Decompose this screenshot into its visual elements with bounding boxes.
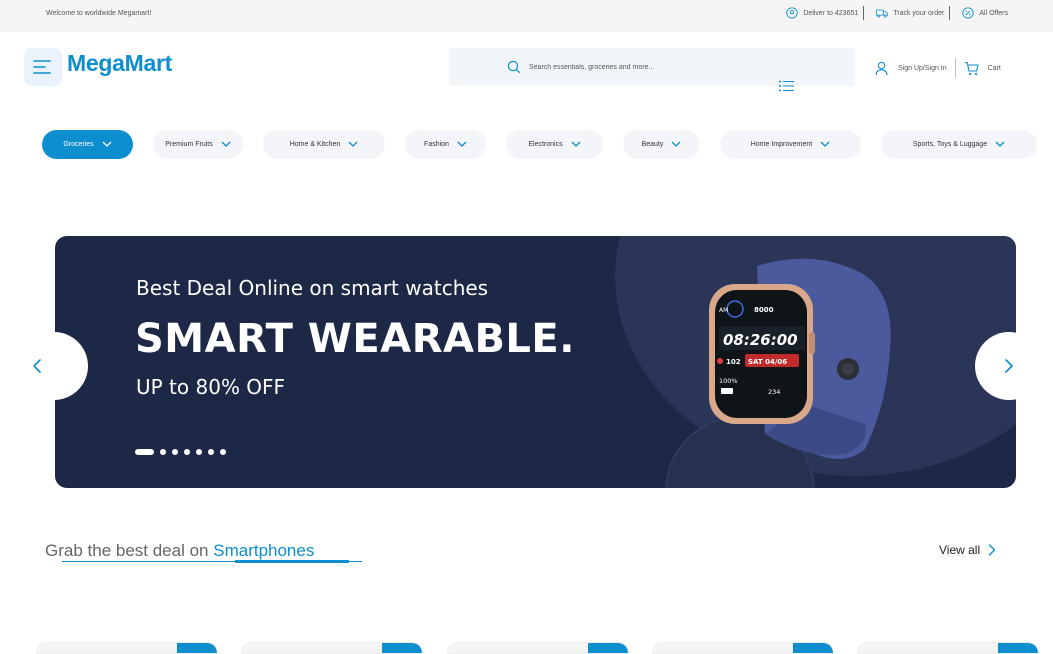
watch-date: SAT 04/06 — [748, 358, 787, 366]
category-electronics[interactable]: Electronics — [506, 130, 603, 159]
all-offers-text: All Offers — [979, 9, 1008, 17]
banner-kicker: Best Deal Online on smart watches — [136, 276, 489, 300]
welcome-text: Welcome to worldwide Megamart! — [46, 10, 152, 17]
watch-battery: 100% — [719, 377, 738, 385]
category-fashion[interactable]: Fashion — [405, 130, 486, 159]
chevron-down-icon — [820, 141, 830, 147]
all-offers-link[interactable]: All Offers — [950, 6, 1013, 20]
chevron-down-icon — [348, 141, 358, 147]
category-home-improvement[interactable]: Home Improvement — [720, 130, 861, 159]
menu-button[interactable] — [24, 48, 62, 86]
category-home-kitchen[interactable]: Home & Kitchen — [263, 130, 385, 159]
signin-text: Sign Up/Sign In — [898, 64, 947, 72]
section-title-prefix: Grab the best deal on — [45, 541, 214, 560]
category-label: Home Improvement — [750, 141, 813, 148]
discount-tag — [998, 643, 1038, 653]
chevron-right-icon — [988, 544, 996, 556]
product-card[interactable] — [241, 642, 423, 654]
discount-tag — [588, 643, 628, 653]
section-underline — [62, 560, 362, 563]
category-label: Groceries — [63, 141, 94, 148]
carousel-dot[interactable] — [160, 449, 166, 455]
chevron-right-icon — [1005, 359, 1013, 373]
signin-link[interactable]: Sign Up/Sign In — [866, 58, 956, 78]
carousel-dot[interactable] — [184, 449, 190, 455]
category-label: Fashion — [424, 141, 449, 148]
category-nav: Groceries Premium Fruits Home & Kitchen … — [0, 130, 1053, 160]
cart-link[interactable]: Cart — [956, 58, 1009, 78]
chevron-down-icon — [671, 141, 681, 147]
top-bar: Welcome to worldwide Megamart! Deliver t… — [0, 0, 1053, 32]
watch-calories: 234 — [768, 388, 780, 396]
carousel-dot[interactable] — [196, 449, 202, 455]
carousel-dot[interactable] — [208, 449, 214, 455]
category-label: Electronics — [528, 141, 563, 148]
section-title-highlight: Smartphones — [213, 541, 315, 560]
category-sports-toys-luggage[interactable]: Sports, Toys & Luggage — [881, 130, 1037, 159]
chevron-left-icon — [33, 359, 41, 373]
category-label: Home & Kitchen — [289, 141, 341, 148]
track-order-link[interactable]: Track your order — [864, 6, 951, 20]
carousel-dot[interactable] — [220, 449, 226, 455]
discount-tag — [177, 643, 217, 653]
category-label: Sports, Toys & Luggage — [912, 141, 988, 148]
chevron-down-icon — [995, 141, 1005, 147]
cart-text: Cart — [987, 64, 1001, 72]
watch-time: 08:26:00 — [723, 331, 798, 349]
section-underline-accent — [235, 560, 349, 563]
deliver-link[interactable]: Deliver to 423651 — [774, 6, 865, 20]
top-links: Deliver to 423651 Track your order All O… — [774, 6, 1013, 20]
location-pin-icon — [786, 7, 799, 19]
hero-banner[interactable]: Best Deal Online on smart watches SMART … — [55, 236, 1016, 488]
product-card[interactable] — [857, 642, 1039, 654]
track-order-text: Track your order — [893, 9, 945, 17]
category-label: Premium Fruits — [165, 141, 213, 148]
truck-icon — [876, 9, 889, 18]
category-label: Beauty — [641, 141, 664, 148]
watch-steps: 8000 — [754, 306, 774, 314]
carousel-dot[interactable] — [135, 449, 154, 455]
svg-text:AM: AM — [719, 307, 728, 314]
section-title: Grab the best deal on Smartphones — [45, 541, 314, 561]
banner-offer: UP to 80% OFF — [136, 375, 286, 399]
discount-icon — [962, 7, 974, 19]
category-beauty[interactable]: Beauty — [623, 130, 700, 159]
search-input[interactable] — [529, 57, 829, 77]
header: MegaMart Sign Up/Sign In Cart — [0, 32, 1053, 102]
chevron-down-icon — [457, 141, 467, 147]
user-icon — [875, 61, 888, 75]
view-all-link[interactable]: View all — [939, 543, 996, 557]
logo[interactable]: MegaMart — [67, 50, 172, 77]
banner-headline: SMART WEARABLE. — [135, 316, 575, 362]
discount-tag — [382, 643, 422, 653]
discount-tag — [793, 643, 833, 653]
carousel-dots — [135, 449, 226, 455]
category-premium-fruits[interactable]: Premium Fruits — [153, 130, 243, 159]
hamburger-icon — [33, 60, 51, 74]
chevron-down-icon — [571, 141, 581, 147]
carousel-next-button[interactable] — [975, 332, 1043, 400]
list-icon[interactable] — [778, 79, 795, 93]
account-area: Sign Up/Sign In Cart — [866, 58, 1009, 78]
category-groceries[interactable]: Groceries — [42, 130, 133, 159]
deliver-text: Deliver to 423651 — [803, 9, 859, 17]
product-card[interactable] — [652, 642, 834, 654]
carousel-prev-button[interactable] — [20, 332, 88, 400]
chevron-down-icon — [221, 141, 231, 147]
product-card[interactable] — [447, 642, 629, 654]
product-card[interactable] — [36, 642, 218, 654]
watch-heart-rate: 102 — [726, 358, 741, 366]
cart-icon — [964, 61, 979, 75]
view-all-text: View all — [939, 543, 981, 557]
smartwatch-image: AM 8000 08:26:00 102 SAT 04/06 100% 234 — [709, 258, 891, 459]
search-icon[interactable] — [507, 60, 521, 74]
carousel-dot[interactable] — [172, 449, 178, 455]
chevron-down-icon — [102, 141, 112, 147]
